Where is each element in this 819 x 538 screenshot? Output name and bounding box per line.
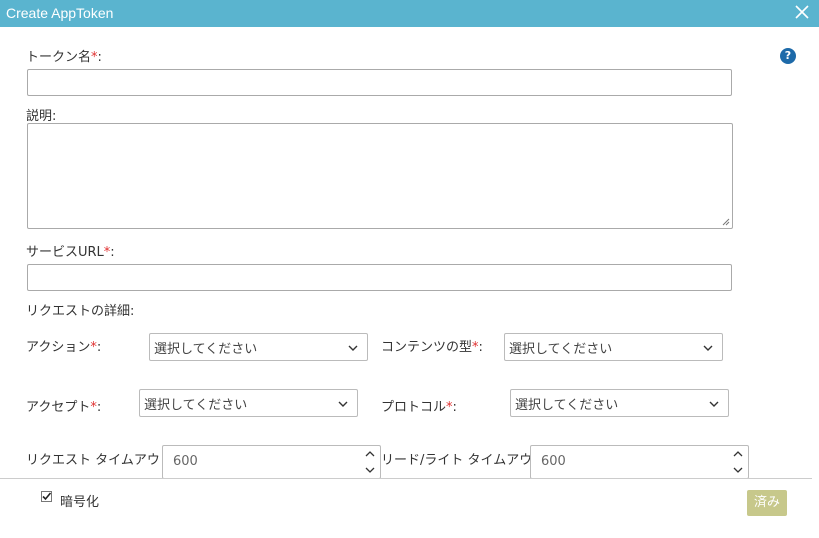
chevron-down-icon bbox=[338, 401, 348, 407]
help-icon[interactable]: ? bbox=[780, 48, 796, 64]
accept-selected: 選択してください bbox=[144, 398, 248, 413]
dialog-footer bbox=[0, 479, 819, 538]
action-label: アクション*: bbox=[26, 336, 101, 355]
content-type-select[interactable]: 選択してください bbox=[504, 333, 723, 361]
accept-select[interactable]: 選択してください bbox=[139, 389, 358, 417]
token-name-text: トークン名 bbox=[26, 50, 92, 65]
request-details-label: リクエストの詳細: bbox=[26, 304, 135, 319]
chevron-down-icon bbox=[703, 345, 713, 351]
request-timeout-label: リクエスト タイムアウト: bbox=[26, 453, 178, 468]
chevron-down-icon bbox=[348, 345, 358, 351]
resize-grip-icon[interactable] bbox=[722, 218, 730, 226]
label-colon: : bbox=[96, 340, 102, 355]
protocol-selected: 選択してください bbox=[515, 398, 619, 413]
label-colon: : bbox=[478, 340, 483, 355]
chevron-up-icon[interactable] bbox=[362, 447, 378, 461]
token-name-label: トークン名*: bbox=[26, 46, 102, 65]
done-button[interactable]: 済み bbox=[747, 490, 787, 516]
rw-timeout-label: リード/ライト タイムアウト: bbox=[381, 453, 550, 468]
action-selected: 選択してください bbox=[154, 342, 258, 357]
dialog-title: Create AppToken bbox=[6, 5, 114, 21]
content-type-text: コンテンツの型 bbox=[381, 340, 473, 355]
footer-divider bbox=[0, 478, 812, 479]
stepper-arrows bbox=[360, 446, 380, 478]
chevron-down-icon[interactable] bbox=[730, 463, 746, 477]
service-url-input[interactable] bbox=[27, 264, 732, 291]
protocol-label: プロトコル*: bbox=[381, 396, 457, 415]
request-timeout-value: 600 bbox=[173, 454, 198, 469]
stepper-arrows bbox=[728, 446, 748, 478]
content-type-label: コンテンツの型*: bbox=[381, 336, 483, 355]
encrypt-label: 暗号化 bbox=[60, 495, 100, 510]
chevron-up-icon[interactable] bbox=[730, 447, 746, 461]
rw-timeout-stepper[interactable]: 600 bbox=[530, 445, 749, 479]
chevron-down-icon bbox=[709, 401, 719, 407]
protocol-select[interactable]: 選択してください bbox=[510, 389, 729, 417]
label-colon: : bbox=[452, 400, 457, 415]
action-select[interactable]: 選択してください bbox=[149, 333, 368, 361]
label-colon: : bbox=[96, 400, 102, 415]
label-colon: : bbox=[110, 245, 115, 260]
content-type-selected: 選択してください bbox=[509, 342, 613, 357]
description-label: 説明: bbox=[26, 109, 57, 124]
checkmark-icon bbox=[42, 492, 52, 501]
encrypt-checkbox[interactable] bbox=[41, 491, 52, 502]
action-text: アクション bbox=[26, 340, 91, 355]
dialog-titlebar: Create AppToken bbox=[0, 0, 819, 27]
service-url-label: サービスURL*: bbox=[26, 241, 115, 260]
label-colon: : bbox=[97, 50, 102, 65]
rw-timeout-value: 600 bbox=[541, 454, 566, 469]
accept-label: アクセプト*: bbox=[26, 396, 101, 415]
service-url-text: サービスURL bbox=[26, 245, 104, 260]
chevron-down-icon[interactable] bbox=[362, 463, 378, 477]
close-icon[interactable] bbox=[793, 3, 811, 21]
accept-text: アクセプト bbox=[26, 400, 91, 415]
request-timeout-stepper[interactable]: 600 bbox=[162, 445, 381, 479]
token-name-input[interactable] bbox=[27, 69, 732, 96]
protocol-text: プロトコル bbox=[381, 400, 447, 415]
description-textarea[interactable] bbox=[27, 123, 733, 229]
